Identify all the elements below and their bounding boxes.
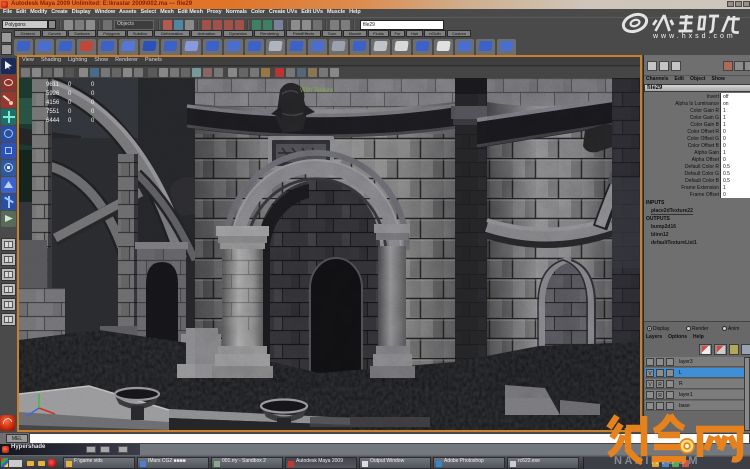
- svg-text:www.hxsd.com: www.hxsd.com: [652, 33, 736, 39]
- svg-text:5926: 5926: [46, 91, 60, 97]
- svg-text:7551: 7551: [46, 109, 60, 115]
- svg-text:9611: 9611: [46, 82, 60, 88]
- svg-text:6444: 6444: [46, 118, 60, 124]
- svg-text:4156: 4156: [46, 100, 60, 106]
- svg-text:With Texture: With Texture: [300, 88, 334, 94]
